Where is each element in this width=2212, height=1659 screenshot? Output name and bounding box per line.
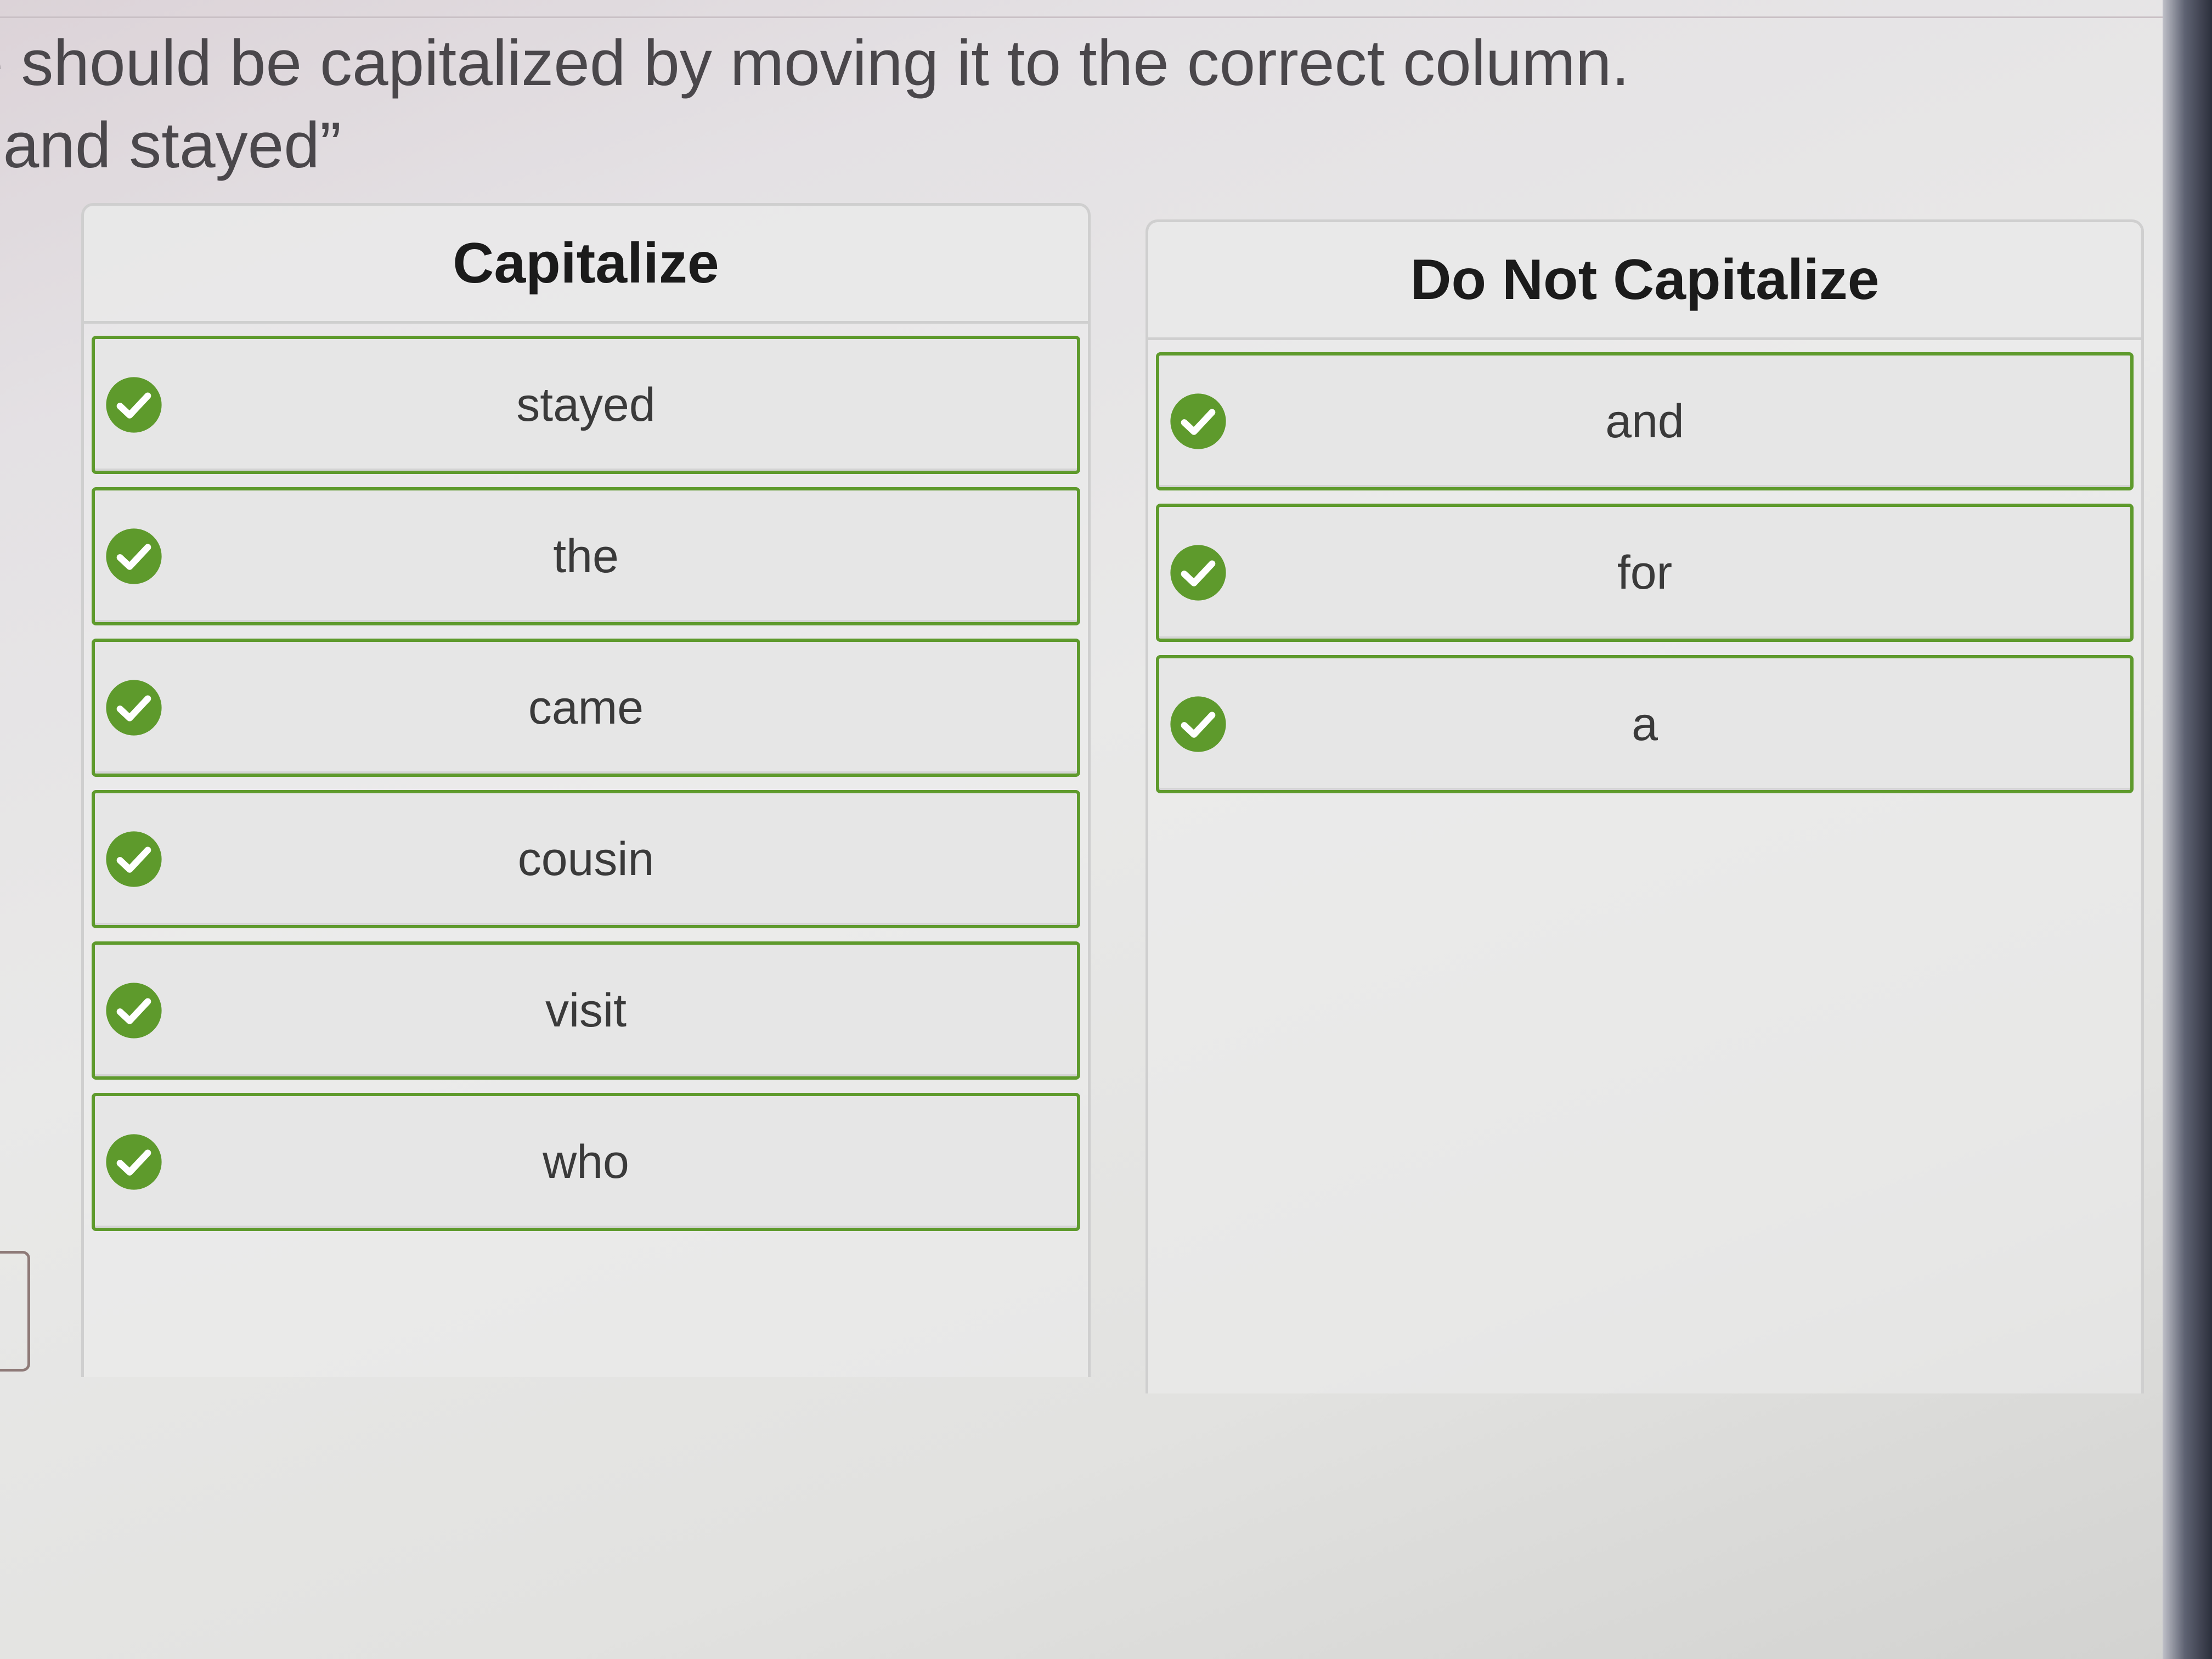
word-label: and [1605,394,1684,448]
word-label: came [528,681,644,734]
capitalize-column[interactable]: Capitalize stayed the came cousin visit … [81,203,1091,1377]
word-label: a [1632,697,1658,751]
capitalize-tiles: stayed the came cousin visit who [84,324,1088,1231]
do-not-capitalize-column[interactable]: Do Not Capitalize and for a [1146,219,2144,1393]
word-label: visit [545,984,627,1037]
offscreen-button-edge[interactable] [0,1251,30,1372]
check-circle-icon [106,1134,162,1190]
check-circle-icon [1170,545,1226,601]
check-circle-icon [106,680,162,736]
check-circle-icon [106,983,162,1039]
check-circle-icon [106,528,162,584]
instructions-line-1: e should be capitalized by moving it to … [0,27,1630,99]
check-circle-icon [106,831,162,887]
word-tile-who[interactable]: who [92,1093,1080,1231]
instructions: e should be capitalized by moving it to … [0,22,1629,187]
word-label: for [1617,546,1673,599]
word-label: stayed [516,378,656,431]
capitalize-column-header: Capitalize [84,206,1088,324]
word-label: who [543,1135,629,1188]
word-label: cousin [517,832,654,885]
do-not-capitalize-tiles: and for a [1148,340,2141,793]
word-tile-a[interactable]: a [1156,655,2134,793]
monitor-bezel-edge [2163,0,2212,1659]
word-label: the [553,529,619,583]
check-circle-icon [1170,393,1226,449]
check-circle-icon [1170,696,1226,752]
word-tile-the[interactable]: the [92,487,1080,625]
do-not-capitalize-column-header: Do Not Capitalize [1148,222,2141,340]
page-top-divider [0,0,2163,18]
check-circle-icon [106,377,162,433]
word-tile-visit[interactable]: visit [92,941,1080,1080]
word-tile-and[interactable]: and [1156,352,2134,490]
word-tile-came[interactable]: came [92,639,1080,777]
instructions-line-2: t and stayed” [0,109,342,182]
word-tile-for[interactable]: for [1156,504,2134,642]
word-tile-cousin[interactable]: cousin [92,790,1080,928]
word-tile-stayed[interactable]: stayed [92,336,1080,474]
